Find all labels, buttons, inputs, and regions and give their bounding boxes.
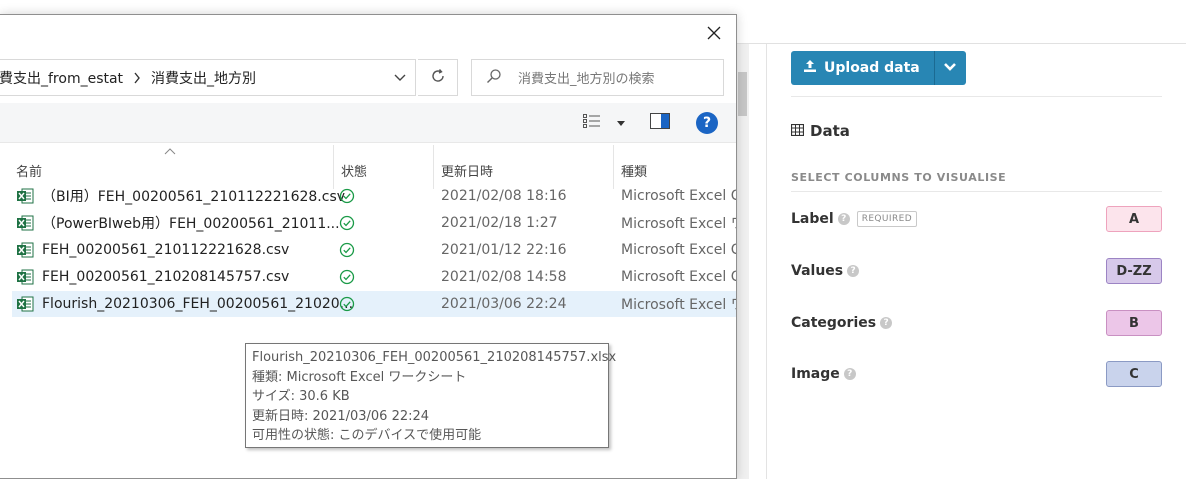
tooltip-availability: 可用性の状態: このデバイスで使用可能 — [252, 428, 482, 443]
status-check-icon — [339, 188, 355, 208]
required-badge: REQUIRED — [856, 211, 918, 227]
file-date: 2021/03/06 22:24 — [441, 296, 567, 312]
refresh-button[interactable] — [418, 59, 458, 96]
help-icon[interactable]: ? — [837, 213, 850, 225]
help-icon[interactable]: ? — [880, 317, 893, 329]
upload-options-button[interactable] — [933, 51, 966, 85]
help-icon[interactable]: ? — [843, 368, 856, 380]
page-scrollbar-thumb[interactable] — [738, 72, 747, 116]
help-icon[interactable]: ? — [847, 265, 860, 277]
divider — [791, 191, 1162, 192]
tooltip-filename: Flourish_20210306_FEH_00200561_210208145… — [252, 350, 617, 365]
panel-divider — [766, 44, 767, 479]
view-options-button[interactable] — [583, 114, 625, 132]
file-name: （BI用）FEH_00200561_210112221628.csv — [42, 189, 346, 205]
upload-data-button[interactable]: Upload data — [791, 51, 934, 85]
column-header-label: 名前 — [16, 164, 43, 180]
file-date: 2021/02/18 1:27 — [441, 215, 558, 231]
status-check-icon — [339, 296, 355, 316]
column-selector-categories[interactable]: B — [1106, 310, 1162, 336]
chevron-down-icon — [943, 60, 957, 76]
caret-down-icon — [617, 115, 625, 131]
file-type: Microsoft Excel ワ — [621, 216, 737, 232]
divider — [791, 96, 1162, 97]
file-type: Microsoft Excel C — [621, 242, 737, 258]
table-icon — [790, 122, 805, 140]
status-check-icon — [339, 269, 355, 289]
app-top-bar — [736, 0, 1186, 44]
binding-label: Image — [791, 366, 840, 382]
file-row[interactable]: FEH_00200561_210208145757.csv 2021/02/08… — [12, 264, 736, 290]
search-icon — [486, 68, 502, 88]
preview-pane-icon — [650, 113, 670, 133]
file-type: Microsoft Excel ワ — [621, 297, 737, 313]
file-row[interactable]: （PowerBIweb用）FEH_00200561_21011... 2021/… — [12, 210, 736, 236]
breadcrumb-parent[interactable]: 費支出_from_estat — [0, 68, 123, 88]
column-header-label: 種類 — [621, 164, 648, 180]
details-view-icon — [583, 114, 601, 132]
search-box[interactable]: 消費支出_地方別の検索 — [471, 59, 724, 96]
data-section-heading: Data — [790, 122, 850, 140]
file-name: FEH_00200561_210208145757.csv — [42, 269, 290, 285]
search-placeholder: 消費支出_地方別の検索 — [518, 72, 655, 87]
file-type: Microsoft Excel C — [621, 188, 737, 204]
column-binding-values: Values ? D-ZZ — [791, 258, 1162, 284]
file-row[interactable]: FEH_00200561_210112221628.csv 2021/01/12… — [12, 237, 736, 263]
upload-data-group: Upload data — [791, 51, 966, 85]
tooltip-modified: 更新日時: 2021/03/06 22:24 — [252, 408, 430, 424]
file-open-dialog: 費支出_from_estat 消費支出_地方別 消費支出_地方別の検索 ? 名前… — [0, 14, 737, 479]
column-header-label: 更新日時 — [441, 164, 494, 180]
file-type: Microsoft Excel C — [621, 269, 737, 285]
column-binding-label: Label ? REQUIRED A — [791, 206, 1162, 232]
column-binding-categories: Categories ? B — [791, 310, 1162, 336]
refresh-icon — [430, 68, 446, 88]
file-date: 2021/02/08 18:16 — [441, 188, 567, 204]
file-info-tooltip: Flourish_20210306_FEH_00200561_210208145… — [245, 343, 617, 448]
excel-file-icon — [16, 295, 34, 313]
file-row-selected[interactable]: Flourish_20210306_FEH_00200561_21020... … — [12, 291, 736, 317]
chevron-down-icon[interactable] — [393, 71, 407, 87]
tooltip-type: 種類: Microsoft Excel ワークシート — [252, 369, 467, 385]
column-selector-label[interactable]: A — [1106, 206, 1162, 232]
tooltip-size: サイズ: 30.6 KB — [252, 389, 350, 404]
data-heading-text: Data — [810, 122, 850, 140]
address-bar[interactable]: 費支出_from_estat 消費支出_地方別 — [0, 59, 416, 96]
binding-label: Values — [791, 263, 844, 279]
file-name: （PowerBIweb用）FEH_00200561_21011... — [42, 216, 340, 232]
status-check-icon — [339, 215, 355, 235]
breadcrumb-current[interactable]: 消費支出_地方別 — [151, 68, 256, 88]
excel-file-icon — [16, 187, 34, 205]
excel-file-icon — [16, 268, 34, 286]
binding-label: Categories — [791, 315, 877, 331]
help-button[interactable]: ? — [696, 112, 718, 134]
select-columns-heading: SELECT COLUMNS TO VISUALISE — [791, 171, 1007, 184]
column-selector-values[interactable]: D-ZZ — [1106, 258, 1162, 284]
file-name: FEH_00200561_210112221628.csv — [42, 242, 290, 258]
chevron-right-icon[interactable] — [133, 72, 141, 84]
column-binding-image: Image ? C — [791, 361, 1162, 387]
column-selector-image[interactable]: C — [1106, 361, 1162, 387]
binding-label: Label — [791, 211, 834, 227]
upload-icon — [803, 59, 817, 77]
column-header-label: 状態 — [341, 164, 368, 180]
excel-file-icon — [16, 214, 34, 232]
file-date: 2021/01/12 22:16 — [441, 242, 567, 258]
excel-file-icon — [16, 241, 34, 259]
close-icon — [707, 26, 721, 44]
preview-pane-button[interactable] — [650, 113, 670, 133]
file-date: 2021/02/08 14:58 — [441, 269, 567, 285]
command-bar — [0, 103, 736, 143]
file-name: Flourish_20210306_FEH_00200561_21020... — [42, 296, 354, 312]
upload-data-label: Upload data — [824, 60, 920, 76]
file-row[interactable]: （BI用）FEH_00200561_210112221628.csv 2021/… — [12, 183, 736, 209]
status-check-icon — [339, 242, 355, 262]
close-button[interactable] — [700, 23, 728, 47]
